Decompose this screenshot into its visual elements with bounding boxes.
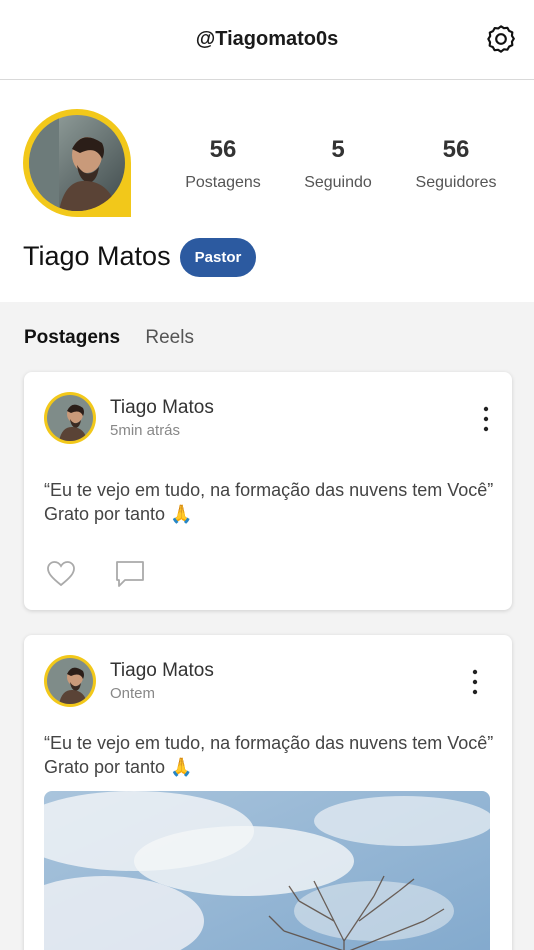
stat-following[interactable]: 5 Seguindo	[283, 136, 393, 192]
stat-posts-label: Postagens	[185, 174, 261, 191]
post-photo[interactable]	[44, 791, 490, 950]
stat-posts-value: 56	[209, 136, 237, 163]
stat-following-label: Seguindo	[304, 174, 372, 191]
role-badge: Pastor	[180, 238, 256, 277]
post-avatar[interactable]	[44, 655, 96, 707]
stat-posts[interactable]: 56 Postagens	[168, 136, 278, 192]
more-options-icon[interactable]	[481, 405, 491, 433]
post-time: Ontem	[110, 685, 156, 702]
stat-followers[interactable]: 56 Seguidores	[401, 136, 511, 192]
profile-avatar[interactable]	[23, 109, 133, 219]
more-options-icon[interactable]	[470, 668, 480, 696]
post-card: Tiago Matos 5min atrás “Eu te vejo em tu…	[24, 372, 512, 610]
post-author[interactable]: Tiago Matos	[110, 660, 214, 682]
profile-header: 56 Postagens 5 Seguindo 56 Seguidores Ti…	[0, 81, 534, 302]
profile-tabs: Postagens Reels	[24, 327, 214, 349]
stat-following-value: 5	[331, 136, 345, 163]
tab-reels[interactable]: Reels	[145, 327, 194, 349]
gear-icon[interactable]	[485, 23, 517, 55]
post-text: “Eu te vejo em tudo, na formação das nuv…	[44, 480, 494, 524]
tab-posts[interactable]: Postagens	[24, 327, 120, 349]
post-time: 5min atrás	[110, 422, 181, 439]
profile-handle: @Tiagomato0s	[195, 28, 339, 50]
stat-followers-label: Seguidores	[415, 174, 497, 191]
profile-name: Tiago Matos	[23, 241, 171, 271]
post-avatar[interactable]	[44, 392, 96, 444]
post-card: Tiago Matos Ontem “Eu te vejo em tudo, n…	[24, 635, 512, 950]
post-author[interactable]: Tiago Matos	[110, 397, 214, 419]
top-bar: @Tiagomato0s	[0, 0, 534, 80]
heart-icon[interactable]	[46, 560, 76, 588]
feed-section: Postagens Reels Tiago Matos 5min atrás “…	[0, 302, 534, 950]
stat-followers-value: 56	[442, 136, 470, 163]
post-text: “Eu te vejo em tudo, na formação das nuv…	[44, 733, 494, 777]
comment-icon[interactable]	[115, 560, 145, 588]
